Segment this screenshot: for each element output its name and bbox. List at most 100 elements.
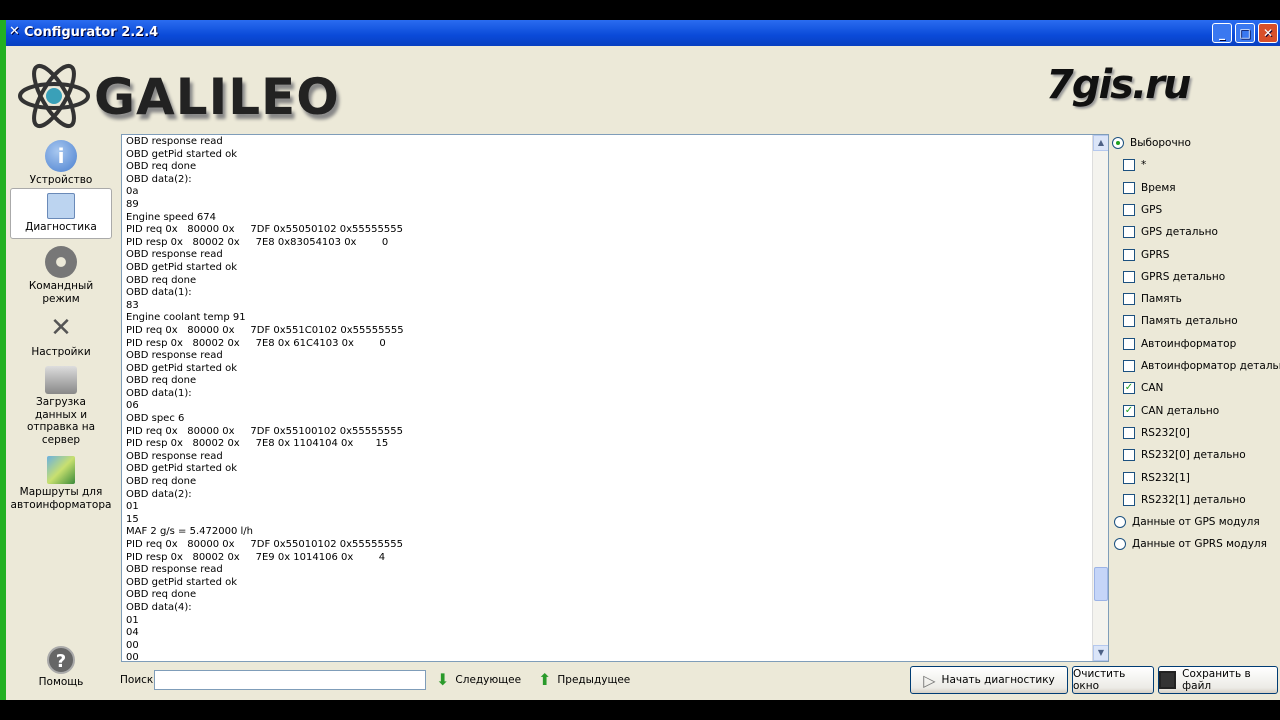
filter-checkbox[interactable]: Память детально xyxy=(1123,312,1238,330)
checkbox-label: * xyxy=(1141,159,1147,172)
log-line: OBD response read xyxy=(126,249,223,261)
checkbox-icon[interactable] xyxy=(1123,449,1135,462)
scroll-up-button[interactable]: ▲ xyxy=(1093,135,1108,151)
log-line: OBD getPid started ok xyxy=(126,148,238,160)
app-window: ✕ Configurator 2.2.4 _ □ ✕ GALILEO 7gis.… xyxy=(0,20,1280,700)
checkbox-icon[interactable] xyxy=(1123,426,1135,439)
checkbox-icon[interactable] xyxy=(1123,226,1135,239)
play-icon: ▷ xyxy=(923,670,936,690)
log-line: 89 xyxy=(126,198,139,210)
filter-checkbox[interactable]: RS232[1] xyxy=(1123,469,1190,487)
filter-checkbox[interactable]: RS232[0] детально xyxy=(1123,446,1246,464)
log-line: OBD data(2): xyxy=(126,488,192,500)
checkbox-label: RS232[0] детально xyxy=(1141,449,1246,462)
scroll-thumb[interactable] xyxy=(1094,567,1108,601)
checkbox-icon[interactable] xyxy=(1123,248,1135,261)
previous-button[interactable]: ⬆ Предыдущее xyxy=(538,670,630,689)
gear-icon xyxy=(45,246,77,278)
log-line: PID req 0x 80000 0x 7DF 0x55100102 0x555… xyxy=(126,425,403,437)
log-line: OBD req done xyxy=(126,589,197,601)
checkbox-label: CAN xyxy=(1141,382,1164,395)
sidebar-item-upload[interactable]: Загрузка данных и отправка на сервер xyxy=(10,366,112,446)
checkbox-label: CAN детально xyxy=(1141,404,1220,417)
save-to-file-button[interactable]: Сохранить в файл xyxy=(1158,666,1278,694)
filter-checkbox[interactable]: * xyxy=(1123,156,1146,174)
previous-label: Предыдущее xyxy=(557,673,631,686)
filter-checkbox[interactable]: Время xyxy=(1123,179,1176,197)
scroll-down-button[interactable]: ▼ xyxy=(1093,645,1108,661)
log-line: 00 xyxy=(126,639,139,651)
help-button[interactable]: ? Помощь xyxy=(10,646,112,689)
log-line: PID resp 0x 80002 0x 7E8 0x 61C4103 0x 0 xyxy=(126,337,386,349)
maximize-button[interactable]: □ xyxy=(1235,23,1255,43)
log-line: Engine speed 674 xyxy=(126,211,216,223)
floppy-icon xyxy=(1159,671,1177,689)
sidebar-item-command-mode[interactable]: Командный режим xyxy=(10,246,112,305)
filter-checkbox[interactable]: GPRS xyxy=(1123,246,1169,264)
log-line: OBD req done xyxy=(126,161,197,173)
arrow-down-icon: ⬇ xyxy=(436,670,450,689)
log-line: OBD getPid started ok xyxy=(126,463,238,475)
log-text: OBD response read OBD getPid started ok OB… xyxy=(126,136,404,661)
sidebar-item-label: Маршруты для автоинформатора xyxy=(10,486,112,511)
filter-checkbox[interactable]: Автоинформатор детально xyxy=(1123,357,1280,375)
log-line: OBD getPid started ok xyxy=(126,261,238,273)
log-line: MAF 2 g/s = 5.472000 l/h xyxy=(126,526,253,538)
filter-checkbox[interactable]: RS232[0] xyxy=(1123,424,1190,442)
filter-checkbox[interactable]: ✓ CAN детально xyxy=(1123,402,1219,420)
sidebar-item-routes[interactable]: Маршруты для автоинформатора xyxy=(10,456,112,511)
sidebar-item-settings[interactable]: ✕ Настройки xyxy=(10,312,112,359)
log-line: OBD getPid started ok xyxy=(126,576,238,588)
search-input[interactable] xyxy=(154,670,426,690)
checkbox-icon[interactable] xyxy=(1123,315,1135,328)
arrow-up-icon: ⬆ xyxy=(538,670,552,689)
log-line: OBD data(4): xyxy=(126,601,192,613)
checkbox-icon[interactable] xyxy=(1123,203,1135,216)
checkbox-icon[interactable] xyxy=(1123,337,1135,350)
sidebar-item-device[interactable]: i Устройство xyxy=(10,140,112,187)
sidebar-item-diagnostics[interactable]: Диагностика xyxy=(10,188,112,239)
radio-label: Данные от GPS модуля xyxy=(1132,516,1260,528)
checkbox-icon[interactable] xyxy=(1123,493,1135,506)
log-line: OBD response read xyxy=(126,136,223,147)
filter-checkbox[interactable]: ✓ CAN xyxy=(1123,379,1163,397)
tools-icon: ✕ xyxy=(50,313,72,343)
filter-checkbox[interactable]: GPS xyxy=(1123,201,1162,219)
radio-gprs-data[interactable]: Данные от GPRS модуля xyxy=(1114,535,1267,553)
filter-checkbox[interactable]: RS232[1] детально xyxy=(1123,491,1246,509)
radio-selective[interactable]: Выборочно xyxy=(1112,134,1191,152)
radio-icon[interactable] xyxy=(1114,538,1126,550)
next-button[interactable]: ⬇ Следующее xyxy=(436,670,521,689)
clear-window-button[interactable]: Очистить окно xyxy=(1072,666,1154,694)
log-output[interactable]: OBD response read OBD getPid started ok OB… xyxy=(121,134,1109,662)
filter-checkbox[interactable]: GPRS детально xyxy=(1123,268,1225,286)
log-line: 01 xyxy=(126,501,139,513)
log-line: 06 xyxy=(126,400,139,412)
checkbox-icon[interactable]: ✓ xyxy=(1123,382,1135,395)
checkbox-label: Время xyxy=(1141,181,1176,194)
minimize-button[interactable]: _ xyxy=(1212,23,1232,43)
checkbox-icon[interactable] xyxy=(1123,360,1135,372)
log-scrollbar[interactable]: ▲ ▼ xyxy=(1092,135,1108,661)
chart-icon xyxy=(47,193,75,219)
filter-checkbox[interactable]: Память xyxy=(1123,290,1182,308)
close-button[interactable]: ✕ xyxy=(1258,23,1278,43)
checkbox-label: Автоинформатор детально xyxy=(1141,360,1280,372)
checkbox-icon[interactable] xyxy=(1123,293,1135,306)
checkbox-icon[interactable] xyxy=(1123,270,1135,283)
checkbox-icon[interactable]: ✓ xyxy=(1123,404,1135,417)
radio-gps-data[interactable]: Данные от GPS модуля xyxy=(1114,513,1260,531)
filter-checkbox[interactable]: Автоинформатор xyxy=(1123,335,1236,353)
log-line: OBD req done xyxy=(126,274,197,286)
checkbox-icon[interactable] xyxy=(1123,159,1135,172)
checkbox-icon[interactable] xyxy=(1123,471,1135,484)
checkbox-label: RS232[0] xyxy=(1141,426,1190,439)
filter-checkbox[interactable]: GPS детально xyxy=(1123,223,1218,241)
checkbox-label: RS232[1] xyxy=(1141,471,1190,484)
radio-icon[interactable] xyxy=(1112,137,1124,149)
checkbox-icon[interactable] xyxy=(1123,181,1135,194)
radio-icon[interactable] xyxy=(1114,516,1126,528)
start-diagnostics-button[interactable]: ▷ Начать диагностику xyxy=(910,666,1068,694)
log-line: PID resp 0x 80002 0x 7E8 0x83054103 0x 0 xyxy=(126,236,389,248)
logo-text: GALILEO xyxy=(94,68,340,126)
